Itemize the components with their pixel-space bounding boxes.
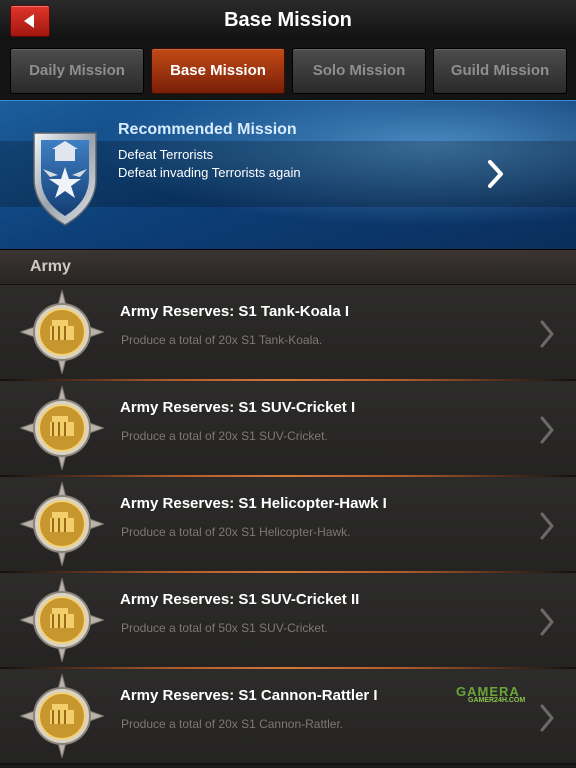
- tab-base-mission[interactable]: Base Mission: [151, 48, 285, 94]
- mission-row[interactable]: Army Reserves: S1 Helicopter-Hawk I Prod…: [0, 477, 576, 573]
- header-bar: Base Mission: [0, 0, 576, 41]
- recommended-mission-banner[interactable]: Recommended Mission Defeat Terrorists De…: [0, 100, 576, 251]
- section-label: Army: [30, 258, 71, 275]
- mission-tabs: Daily Mission Base Mission Solo Mission …: [0, 40, 576, 100]
- mission-row[interactable]: Army Reserves: S1 SUV-Cricket I Produce …: [0, 381, 576, 477]
- recommended-title: Recommended Mission: [118, 121, 297, 138]
- mission-title: Army Reserves: S1 Helicopter-Hawk I: [120, 495, 387, 512]
- base-mission-screen: Base Mission Daily Mission Base Mission …: [0, 0, 576, 768]
- mission-title: Army Reserves: S1 Cannon-Rattler I: [120, 687, 378, 704]
- army-medal-icon: [20, 290, 104, 374]
- chevron-right-icon[interactable]: [538, 703, 556, 733]
- mission-description: Produce a total of 50x S1 SUV-Cricket.: [121, 621, 328, 635]
- page-title: Base Mission: [224, 9, 352, 31]
- mission-description: Produce a total of 20x S1 SUV-Cricket.: [121, 429, 328, 443]
- shield-eagle-badge-icon: [33, 132, 97, 226]
- watermark-subtext: GAMER24H.COM: [468, 697, 526, 704]
- tab-solo-mission[interactable]: Solo Mission: [292, 48, 426, 94]
- mission-description: Produce a total of 20x S1 Cannon-Rattler…: [121, 717, 344, 731]
- chevron-right-icon[interactable]: [538, 511, 556, 541]
- chevron-right-icon[interactable]: [486, 159, 504, 189]
- mission-row[interactable]: Army Reserves: S1 Tank-Koala I Produce a…: [0, 285, 576, 381]
- mission-title: Army Reserves: S1 SUV-Cricket II: [120, 591, 360, 608]
- recommended-mission-desc: Defeat invading Terrorists again: [118, 165, 301, 180]
- army-medal-icon: [20, 386, 104, 470]
- tab-daily-mission[interactable]: Daily Mission: [10, 48, 144, 94]
- watermark-logo: GAMERA GAMER24H.COM: [456, 684, 525, 704]
- mission-description: Produce a total of 20x S1 Tank-Koala.: [121, 333, 323, 347]
- mission-row[interactable]: Army Reserves: S1 SUV-Cricket II Produce…: [0, 573, 576, 669]
- chevron-right-icon[interactable]: [538, 415, 556, 445]
- army-medal-icon: [20, 674, 104, 758]
- chevron-right-icon[interactable]: [538, 607, 556, 637]
- recommended-mission-name: Defeat Terrorists: [118, 147, 214, 162]
- army-medal-icon: [20, 578, 104, 662]
- mission-description: Produce a total of 20x S1 Helicopter-Haw…: [121, 525, 351, 539]
- mission-title: Army Reserves: S1 Tank-Koala I: [120, 303, 349, 320]
- army-medal-icon: [20, 482, 104, 566]
- chevron-right-icon[interactable]: [538, 319, 556, 349]
- tab-guild-mission[interactable]: Guild Mission: [433, 48, 567, 94]
- section-header-army: Army: [0, 250, 576, 285]
- mission-title: Army Reserves: S1 SUV-Cricket I: [120, 399, 356, 416]
